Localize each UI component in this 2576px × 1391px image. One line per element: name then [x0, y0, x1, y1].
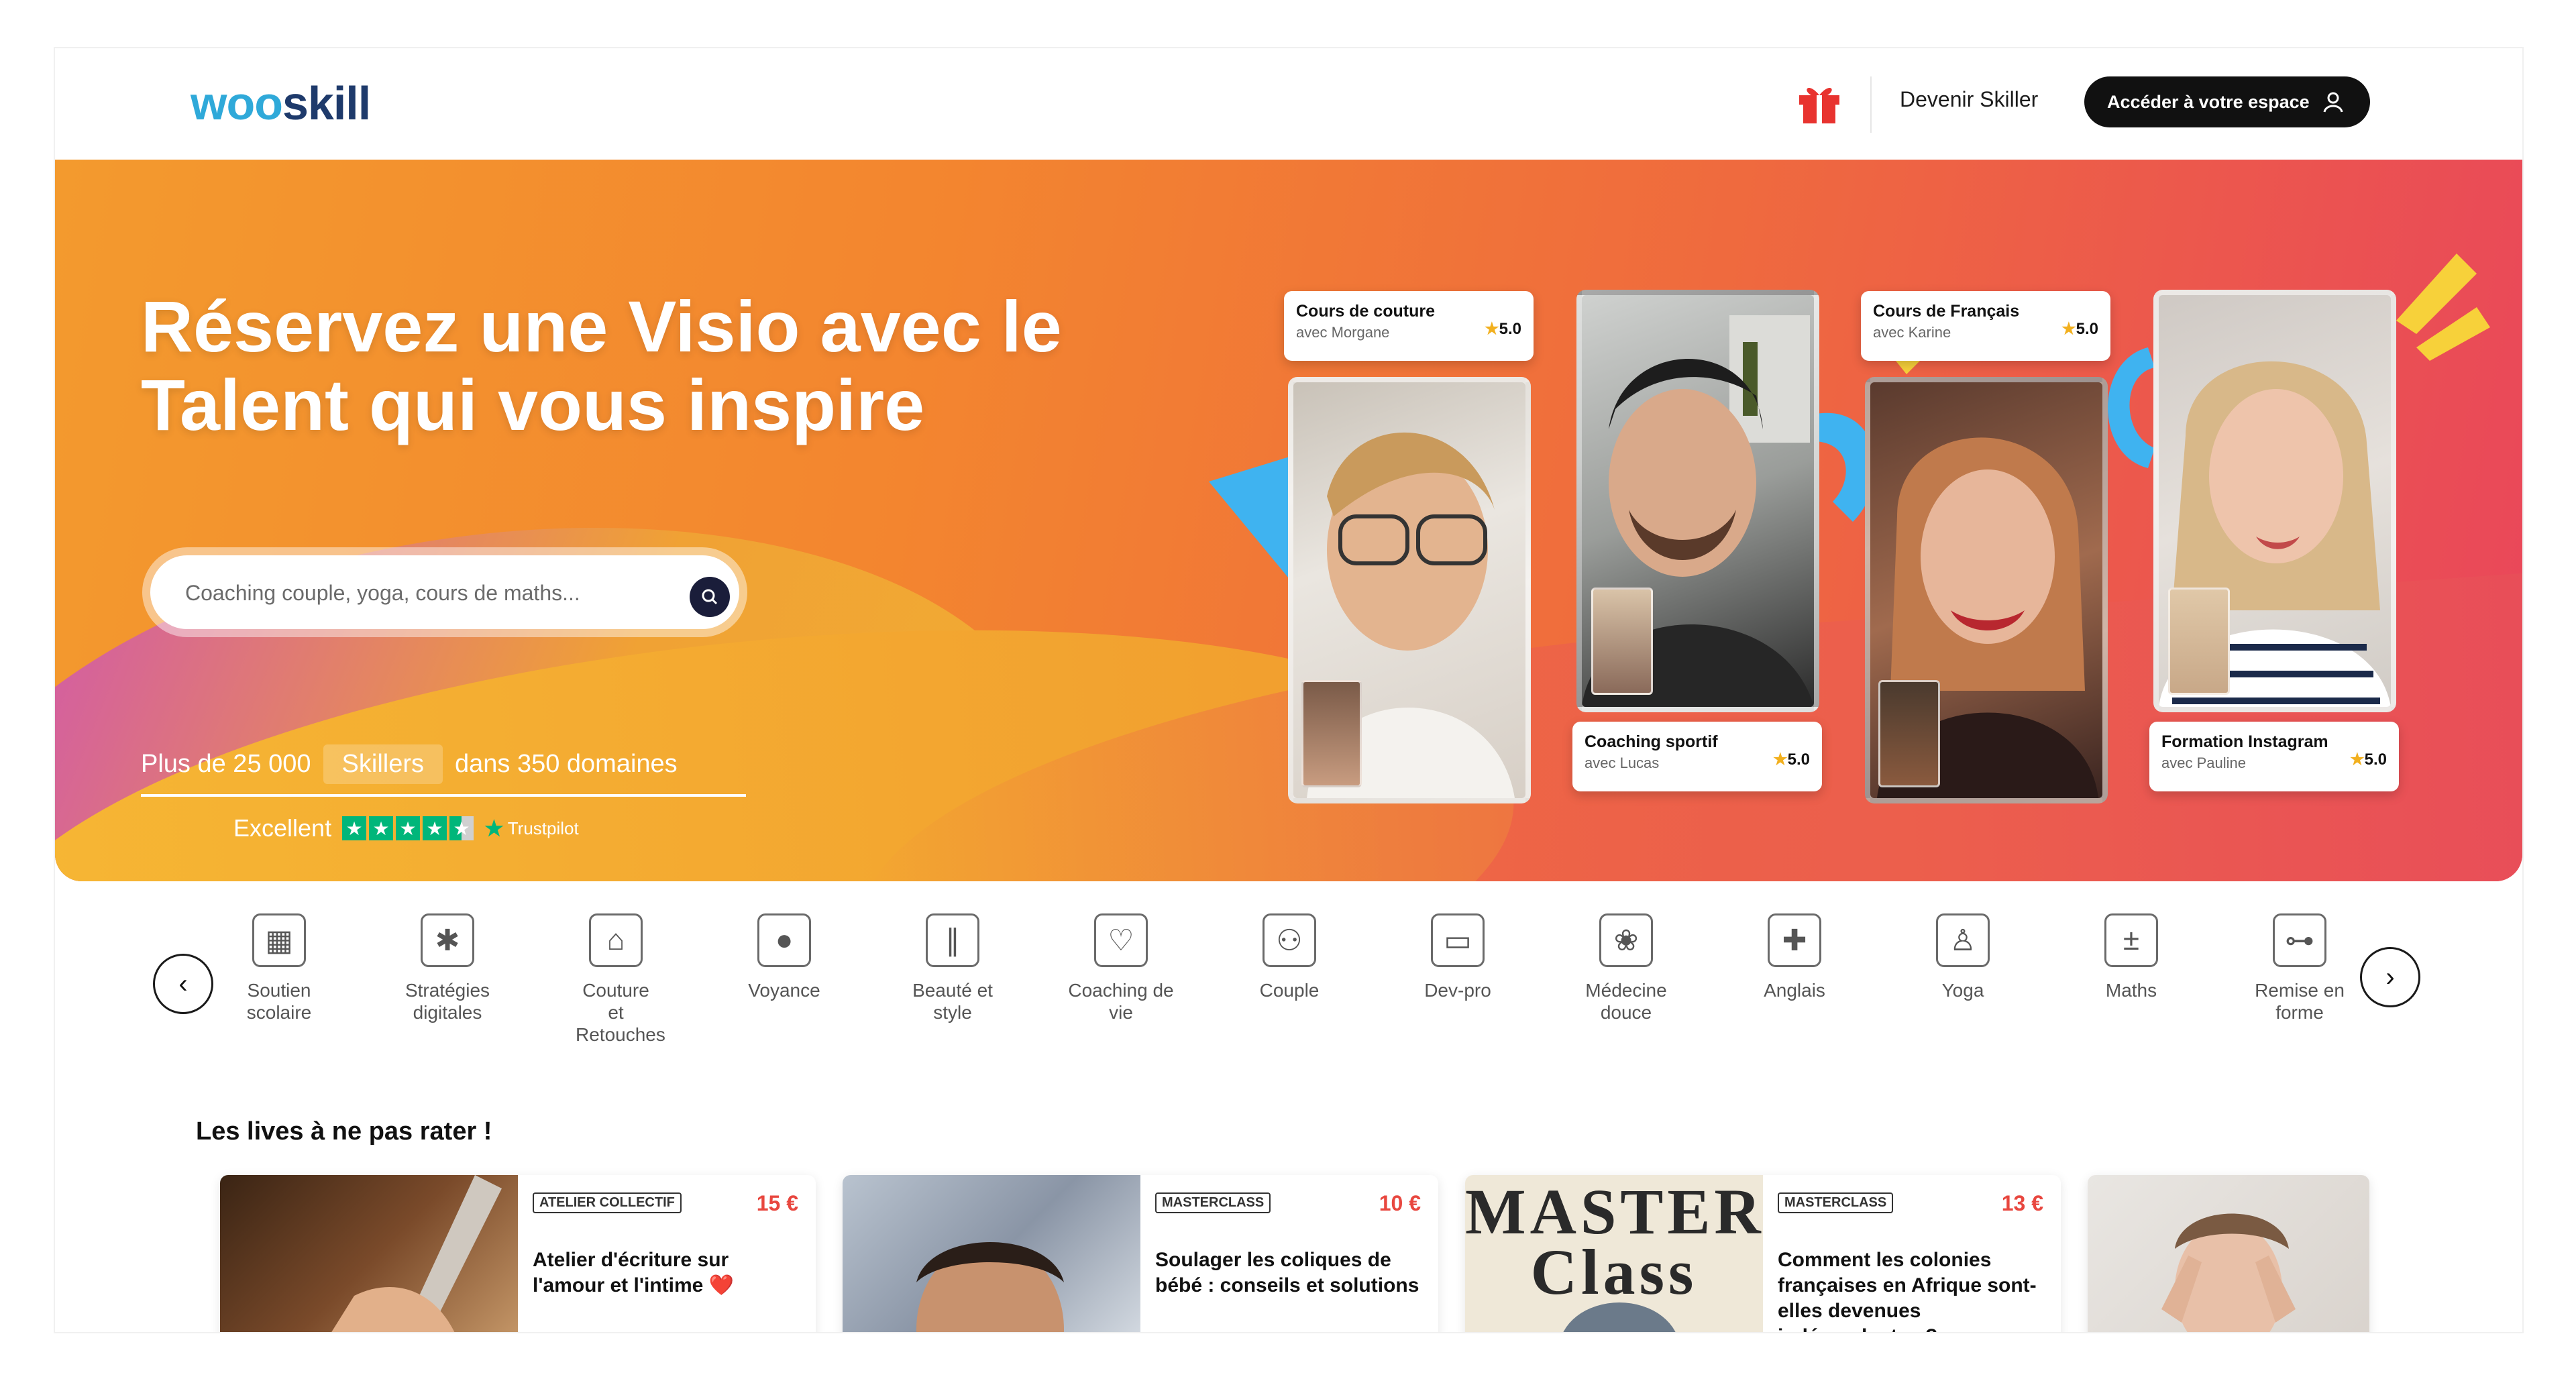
hero-title: Réservez une Visio avec le Talent qui vo… — [141, 286, 1062, 445]
live-title: Atelier d'écriture sur l'amour et l'inti… — [533, 1249, 734, 1296]
pip-video — [1591, 588, 1653, 695]
couple-icon: ⚇ — [1263, 913, 1316, 967]
video-card-francais[interactable] — [1865, 377, 2108, 803]
live-title: Comment les colonies françaises en Afriq… — [1778, 1249, 2037, 1332]
pip-video — [1301, 680, 1362, 787]
category-strategies-digitales[interactable]: ✱ Stratégies digitales — [387, 913, 508, 1023]
card-label-francais: Cours de Français avec Karine ★5.0 — [1861, 291, 2110, 361]
yoga-icon: ♙ — [1936, 913, 1990, 967]
stats-underline — [141, 794, 746, 797]
page-frame: wooskill Devenir Skiller Accéder à votre… — [55, 48, 2522, 1332]
person-photo — [916, 1242, 1064, 1332]
live-title: Soulager les coliques de bébé : conseils… — [1155, 1249, 1419, 1296]
search-button[interactable] — [690, 577, 730, 617]
trustpilot-logo: ★ Trustpilot — [484, 816, 579, 840]
category-anglais[interactable]: ✚ Anglais — [1734, 913, 1855, 1001]
trustpilot-star-icon: ★ — [484, 816, 504, 840]
crystal-ball-icon: ● — [757, 913, 811, 967]
half-star-icon: ★ — [449, 816, 474, 840]
top-header: wooskill Devenir Skiller Accéder à votre… — [55, 48, 2522, 160]
star-icon: ★ — [1485, 320, 1499, 338]
uk-flag-icon: ✚ — [1768, 913, 1821, 967]
access-space-label: Accéder à votre espace — [2107, 91, 2310, 112]
sewing-machine-icon: ⌂ — [589, 913, 643, 967]
category-soutien-scolaire[interactable]: ▦ Soutien scolaire — [219, 913, 339, 1023]
live-photo-masterclass: MASTER Class — [1465, 1175, 1763, 1332]
live-badge: ATELIER COLLECTIF — [533, 1192, 682, 1213]
trustpilot-rating[interactable]: Excellent ★ ★ ★ ★ ★ ★ Trustpilot — [233, 814, 579, 842]
category-maths[interactable]: ± Maths — [2071, 913, 2192, 1001]
carousel-next-button[interactable]: › — [2360, 947, 2420, 1007]
live-price: 15 € — [756, 1191, 798, 1215]
calculator-icon: ± — [2104, 913, 2158, 967]
live-card[interactable]: MASTER Class MASTERCLASS 13 € Comment le… — [1465, 1175, 2061, 1332]
makeup-brush-icon: ∥ — [926, 913, 979, 967]
network-icon: ✱ — [421, 913, 474, 967]
category-beaute[interactable]: ∥ Beauté et style — [892, 913, 1013, 1023]
star-icon: ★ — [2061, 320, 2076, 338]
star-icon: ★ — [1773, 750, 1788, 769]
category-yoga[interactable]: ♙ Yoga — [1902, 913, 2023, 1001]
lotus-icon: ❀ — [1599, 913, 1653, 967]
live-card[interactable]: MASTERCLASS 10 € Soulager les coliques d… — [843, 1175, 1438, 1332]
pen-illustration — [331, 1175, 502, 1332]
card-label-instagram: Formation Instagram avec Pauline ★5.0 — [2149, 722, 2399, 791]
pip-video — [2168, 588, 2230, 695]
search-icon — [702, 589, 718, 605]
live-card-partial[interactable] — [2088, 1175, 2369, 1332]
category-dev-pro[interactable]: ▭ Dev-pro — [1397, 913, 1518, 1001]
star-icon: ★ — [2350, 750, 2365, 769]
star-icon: ★ — [342, 816, 367, 840]
carousel-prev-button[interactable]: ‹ — [153, 954, 213, 1014]
star-icon: ★ — [396, 816, 421, 840]
search-bar-inner — [150, 555, 739, 629]
handshake-icon: ♡ — [1094, 913, 1148, 967]
category-medecine-douce[interactable]: ❀ Médecine douce — [1566, 913, 1686, 1023]
header-divider — [1870, 76, 1872, 133]
person-photo — [1563, 1302, 1676, 1332]
devenir-skiller-link[interactable]: Devenir Skiller — [1900, 87, 2038, 112]
video-card-instagram[interactable] — [2153, 290, 2396, 712]
person-photo — [2161, 1213, 2296, 1332]
live-badge: MASTERCLASS — [1155, 1192, 1271, 1213]
stats-line: Plus de 25 000 Skillers dans 350 domaine… — [141, 744, 678, 784]
dumbbell-icon: ⊶ — [2273, 913, 2326, 967]
pip-video — [1878, 680, 1940, 787]
book-icon: ▦ — [252, 913, 306, 967]
category-carousel: ‹ ▦ Soutien scolaire ✱ Stratégies digitale… — [55, 913, 2522, 1068]
category-voyance[interactable]: ● Voyance — [724, 913, 845, 1001]
card-label-sportif: Coaching sportif avec Lucas ★5.0 — [1572, 722, 1822, 791]
live-card[interactable]: ATELIER COLLECTIF 15 € Atelier d'écritur… — [220, 1175, 816, 1332]
live-photo-baby — [843, 1175, 1140, 1332]
category-couple[interactable]: ⚇ Couple — [1229, 913, 1350, 1001]
star-icon: ★ — [369, 816, 394, 840]
wooskill-logo[interactable]: wooskill — [191, 76, 371, 130]
access-space-button[interactable]: Accéder à votre espace — [2084, 76, 2370, 127]
search-bar — [142, 547, 747, 637]
video-card-couture[interactable] — [1288, 377, 1531, 803]
hero-banner: Réservez une Visio avec le Talent qui vo… — [55, 160, 2522, 881]
section-title-lives: Les lives à ne pas rater ! — [196, 1117, 492, 1146]
live-photo-writing — [220, 1175, 518, 1332]
laptop-icon: ▭ — [1431, 913, 1485, 967]
video-card-sportif[interactable] — [1576, 290, 1819, 712]
rating-stars: ★ ★ ★ ★ ★ — [342, 816, 474, 840]
live-price: 10 € — [1379, 1191, 1421, 1215]
live-price: 13 € — [2001, 1191, 2043, 1215]
search-input[interactable] — [184, 575, 656, 610]
category-coaching-vie[interactable]: ♡ Coaching de vie — [1061, 913, 1181, 1023]
category-remise-en-forme[interactable]: ⊶ Remise en forme — [2239, 913, 2360, 1023]
skillers-pill: Skillers — [323, 744, 443, 784]
user-icon — [2323, 92, 2343, 113]
star-icon: ★ — [423, 816, 447, 840]
card-label-couture: Cours de couture avec Morgane ★5.0 — [1284, 291, 1534, 361]
category-couture[interactable]: ⌂ Couture et Retouches — [555, 913, 676, 1046]
live-photo-headache — [2088, 1175, 2369, 1332]
gift-icon[interactable] — [1795, 78, 1843, 126]
live-badge: MASTERCLASS — [1778, 1192, 1894, 1213]
